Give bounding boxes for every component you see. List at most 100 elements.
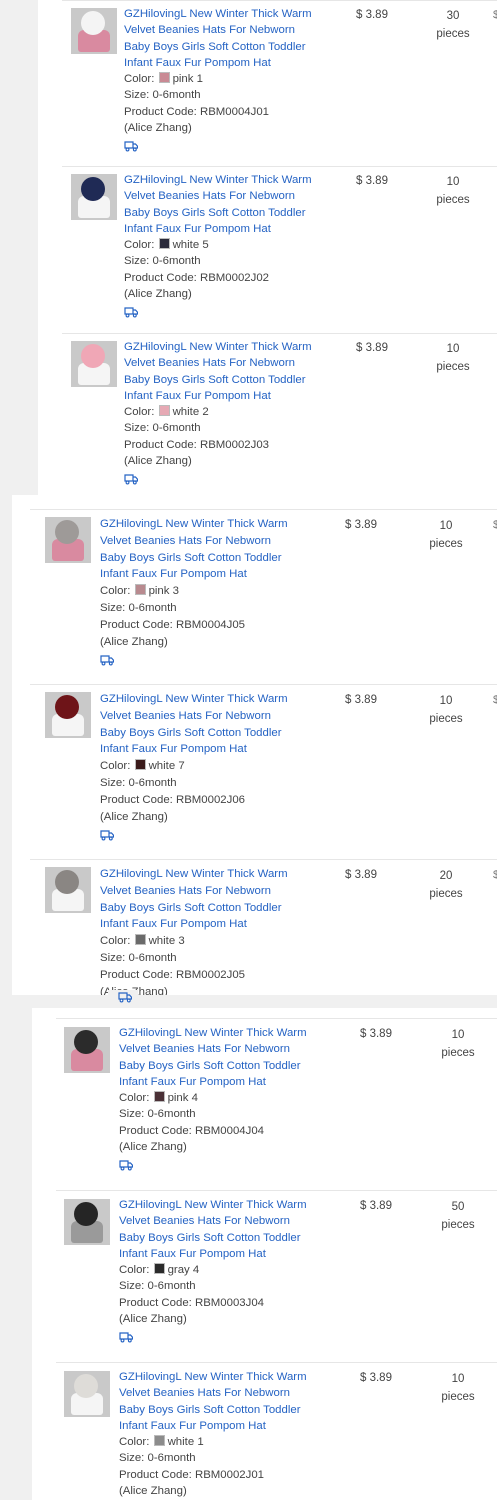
product-thumbnail[interactable] [71,8,117,54]
quantity-value: 30 [446,10,460,22]
color-label: Color: [100,760,131,773]
color-swatch [134,759,146,771]
shipping-truck-icon[interactable] [119,1331,133,1343]
color-swatch [134,934,146,946]
order-row: GZHilovingL New Winter Thick Warm Velvet… [12,859,497,995]
size-text: Size: 0-6month [124,422,201,435]
pompom-image [74,1202,98,1226]
color-label: Color: [119,1264,150,1277]
quantity-unit: pieces [429,888,463,900]
product-title-link[interactable]: GZHilovingL New Winter Thick Warm Velvet… [119,1025,319,1090]
product-title-link[interactable]: GZHilovingL New Winter Thick Warm Velvet… [124,6,324,71]
shipping-truck-icon[interactable] [124,140,138,152]
product-code-text: Product Code: RBM0002J05 [100,968,245,981]
product-title-link[interactable]: GZHilovingL New Winter Thick Warm Velvet… [100,516,300,583]
product-title-link[interactable]: GZHilovingL New Winter Thick Warm Velvet… [100,691,300,758]
color-label: Color: [100,585,131,598]
product-code-text: Product Code: RBM0002J03 [124,438,269,451]
product-thumbnail[interactable] [64,1199,110,1245]
unit-price: $ 3.89 [345,519,377,531]
quantity-unit: pieces [436,28,470,40]
color-label: Color: [100,935,131,948]
shipping-truck-icon[interactable] [124,306,138,318]
quantity-unit: pieces [429,538,463,550]
color-value: pink 1 [172,73,203,86]
quantity-unit: pieces [429,713,463,725]
order-row: GZHilovingL New Winter Thick Warm Velvet… [32,1362,497,1500]
color-swatch [134,584,146,596]
product-code-text: Product Code: RBM0004J04 [119,1124,264,1137]
quantity-unit: pieces [436,361,470,373]
product-title-link[interactable]: GZHilovingL New Winter Thick Warm Velvet… [119,1197,319,1262]
unit-price: $ 3.89 [360,1028,392,1040]
product-title-link[interactable]: GZHilovingL New Winter Thick Warm Velvet… [124,172,324,237]
order-row: GZHilovingL New Winter Thick Warm Velvet… [32,1190,497,1361]
overlap-strip [108,990,138,1006]
quantity-value: 10 [451,1373,465,1385]
size-text: Size: 0-6month [119,1108,196,1121]
clipped-column-glyph: $ [493,519,497,531]
shipping-truck-icon[interactable] [118,991,132,1003]
shipping-truck-icon[interactable] [100,654,114,666]
product-title-link[interactable]: GZHilovingL New Winter Thick Warm Velvet… [100,866,300,933]
pompom-image [81,11,105,35]
quantity-value: 10 [446,343,460,355]
product-thumbnail[interactable] [71,174,117,220]
color-label: Color: [124,73,155,86]
color-swatch [153,1435,165,1447]
color-value: white 3 [148,935,185,948]
pompom-image [74,1374,98,1398]
quantity-value: 10 [446,176,460,188]
color-label: Color: [124,406,155,419]
product-code-text: Product Code: RBM0003J04 [119,1296,264,1309]
product-thumbnail[interactable] [45,867,91,913]
product-code-text: Product Code: RBM0004J05 [100,618,245,631]
order-row: GZHilovingL New Winter Thick Warm Velvet… [38,333,497,495]
shipping-truck-icon[interactable] [124,473,138,485]
seller-name: (Alice Zhang) [124,455,192,468]
clipped-column-glyph: $ [493,869,497,881]
color-swatch [153,1263,165,1275]
size-text: Size: 0-6month [100,776,177,789]
quantity-value: 10 [439,520,453,532]
color-label: Color: [119,1436,150,1449]
size-text: Size: 0-6month [119,1280,196,1293]
unit-price: $ 3.89 [360,1372,392,1384]
product-thumbnail[interactable] [45,517,91,563]
pompom-image [81,344,105,368]
seller-name: (Alice Zhang) [124,122,192,135]
color-value: white 7 [148,760,185,773]
product-thumbnail[interactable] [64,1371,110,1417]
quantity-unit: pieces [441,1219,475,1231]
order-row: GZHilovingL New Winter Thick Warm Velvet… [12,684,497,859]
order-row: GZHilovingL New Winter Thick Warm Velvet… [38,166,497,332]
color-label: Color: [119,1092,150,1105]
pompom-image [81,177,105,201]
shipping-truck-icon[interactable] [100,829,114,841]
product-thumbnail[interactable] [45,692,91,738]
seller-name: (Alice Zhang) [119,1485,187,1498]
color-swatch [158,405,170,417]
product-thumbnail[interactable] [64,1027,110,1073]
product-thumbnail[interactable] [71,341,117,387]
seller-name: (Alice Zhang) [100,635,168,648]
quantity-unit: pieces [441,1047,475,1059]
color-value: white 1 [167,1436,204,1449]
color-value: pink 4 [167,1092,198,1105]
pompom-image [55,870,79,894]
seller-name: (Alice Zhang) [119,1141,187,1154]
pompom-image [74,1030,98,1054]
color-value: white 5 [172,239,209,252]
color-value: gray 4 [167,1264,200,1277]
clipped-column-glyph: $ [493,9,497,21]
color-swatch [153,1091,165,1103]
order-panel-b: GZHilovingL New Winter Thick Warm Velvet… [12,495,497,995]
product-title-link[interactable]: GZHilovingL New Winter Thick Warm Velvet… [124,339,324,404]
color-value: pink 3 [148,585,179,598]
quantity-value: 20 [439,870,453,882]
color-swatch [158,238,170,250]
size-text: Size: 0-6month [100,951,177,964]
shipping-truck-icon[interactable] [119,1159,133,1171]
size-text: Size: 0-6month [124,89,201,102]
product-title-link[interactable]: GZHilovingL New Winter Thick Warm Velvet… [119,1369,319,1434]
